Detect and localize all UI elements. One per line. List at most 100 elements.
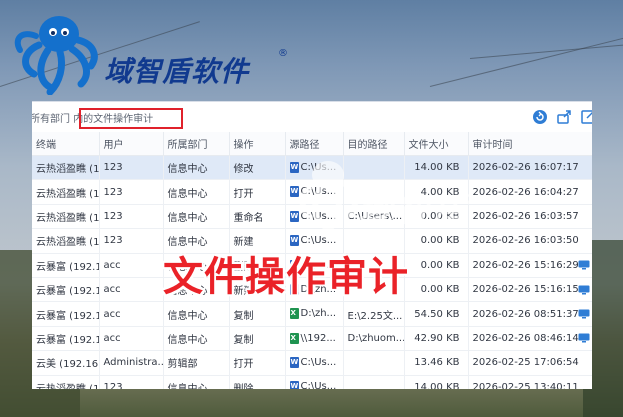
cell-action: 复制	[229, 301, 286, 327]
cell-terminal: 云美 (192.16...	[32, 350, 100, 376]
cell-action: 修改	[229, 155, 286, 181]
table-row[interactable]: 云热滔盈瞧 (1...123信息中心修改WC:\Us... 14.00 KB202…	[32, 155, 592, 181]
active-view-highlight	[79, 108, 183, 129]
cell-user: 123	[99, 375, 164, 389]
cell-destination-path	[343, 375, 405, 389]
cell-destination-path: C:\Users\...	[343, 204, 405, 230]
cell-terminal: 云热滔盈瞧 (1...	[32, 375, 100, 389]
cell-terminal: 云热滔盈瞧 (1...	[32, 155, 100, 181]
cell-source-path: X D:\zh...	[285, 301, 344, 327]
monitor-icon[interactable]	[578, 333, 590, 343]
cell-action: 打开	[229, 179, 286, 205]
source-path-text: C:\Us...	[300, 161, 337, 173]
column-header-action[interactable]: 操作	[229, 132, 286, 156]
cell-destination-path	[343, 350, 405, 376]
cell-terminal: 云暴富 (192.1...	[32, 253, 100, 278]
cell-destination-path	[343, 155, 405, 181]
source-path-text: C:\Us...	[300, 186, 337, 198]
excel-file-icon: X	[289, 332, 299, 344]
octopus-logo-icon	[14, 16, 98, 95]
column-header-user[interactable]: 用户	[99, 132, 164, 156]
cell-source-path: W C:\Us...	[285, 350, 344, 376]
cell-user: acc	[99, 253, 164, 278]
word-file-icon: W	[289, 357, 299, 369]
column-header-audit-time[interactable]: 审计时间	[468, 132, 592, 156]
export-icon[interactable]	[556, 109, 572, 125]
cell-file-size: 13.46 KB	[404, 350, 469, 376]
cell-department: 信息中心	[163, 326, 230, 352]
monitor-icon[interactable]	[578, 285, 590, 295]
word-file-icon: W	[289, 210, 299, 222]
column-header-source-path[interactable]: 源路径	[285, 132, 344, 156]
cell-user: 123	[99, 204, 164, 230]
cell-user: Administra...	[99, 350, 164, 376]
cell-user: 123	[99, 228, 164, 254]
cell-terminal: 云热滔盈瞧 (1...	[32, 204, 100, 230]
source-path-text: \\192...	[300, 332, 336, 344]
cell-terminal: 云热滔盈瞧 (1...	[32, 179, 100, 205]
cell-source-path: X \\192...	[285, 326, 344, 352]
cell-terminal: 云暴富 (192.1...	[32, 326, 100, 352]
registered-mark: ®	[278, 48, 288, 59]
cell-user: acc	[99, 326, 164, 352]
column-header-destination-path[interactable]: 目的路径	[343, 132, 405, 156]
source-path-text: D:\zh...	[300, 308, 337, 320]
word-file-icon: W	[289, 381, 299, 389]
cell-audit-time: 2026-02-26 15:16:15	[468, 277, 592, 303]
cell-file-size: 0.00 KB	[404, 253, 469, 278]
table-row[interactable]: 云暴富 (192.1...acc信息中心复制X\\192...D:\zhuom.…	[32, 326, 592, 352]
cell-file-size: 0.00 KB	[404, 228, 469, 254]
brand-name: 域智盾软件	[104, 55, 250, 88]
table-row[interactable]: 云热滔盈瞧 (1...123信息中心打开WC:\Us... 4.00 KB2026…	[32, 179, 592, 205]
cell-user: acc	[99, 277, 164, 303]
cell-terminal: 云热滔盈瞧 (1...	[32, 228, 100, 254]
audit-toolbar: 所有部门 内的文件操作审计	[32, 102, 592, 133]
cell-source-path: W C:\Us...	[285, 204, 344, 230]
cell-source-path: W C:\Us...	[285, 155, 344, 181]
table-row[interactable]: 云热滔盈瞧 (1...123信息中心重命名WC:\Us...C:\Users\.…	[32, 204, 592, 230]
cell-terminal: 云暴富 (192.1...	[32, 277, 100, 303]
cell-audit-time: 2026-02-25 17:06:54	[468, 350, 592, 376]
cell-user: 123	[99, 179, 164, 205]
cell-file-size: 42.90 KB	[404, 326, 469, 352]
word-file-icon: W	[289, 186, 299, 198]
cell-destination-path: D:\zhuom...	[343, 326, 405, 352]
table-row[interactable]: 云热滔盈瞧 (1...123信息中心删除WC:\Us... 14.00 KB202…	[32, 375, 592, 389]
cell-department: 信息中心	[163, 204, 230, 230]
table-row[interactable]: 云美 (192.16...Administra...剪辑部打开WC:\Us...…	[32, 350, 592, 376]
cell-audit-time: 2026-02-26 16:07:17	[468, 155, 592, 181]
cell-file-size: 0.00 KB	[404, 277, 469, 303]
cell-action: 重命名	[229, 204, 286, 230]
cell-file-size: 14.00 KB	[404, 155, 469, 181]
cell-department: 信息中心	[163, 155, 230, 181]
cell-audit-time: 2026-02-26 08:46:14	[468, 326, 592, 352]
cell-source-path: W C:\Us...	[285, 375, 344, 389]
cell-destination-path: E:\2.25文...	[343, 301, 405, 327]
excel-file-icon: X	[289, 308, 299, 320]
feature-title-overlay: 文件操作审计	[163, 254, 409, 300]
cell-audit-time: 2026-02-26 16:04:27	[468, 179, 592, 205]
cell-department: 信息中心	[163, 179, 230, 205]
cell-audit-time: 2026-02-25 13:40:11	[468, 375, 592, 389]
column-header-file-size[interactable]: 文件大小	[404, 132, 469, 156]
column-header-department[interactable]: 所属部门	[163, 132, 230, 156]
cell-audit-time: 2026-02-26 16:03:50	[468, 228, 592, 254]
cell-action: 复制	[229, 326, 286, 352]
cell-user: 123	[99, 155, 164, 181]
filter-prefix: 所有部门	[32, 114, 70, 125]
cell-terminal: 云暴富 (192.1...	[32, 301, 100, 327]
table-header-row: 终端 用户 所属部门 操作 源路径 目的路径 文件大小 审计时间	[32, 132, 592, 156]
word-file-icon: W	[289, 161, 299, 173]
cell-user: acc	[99, 301, 164, 327]
cell-department: 信息中心	[163, 375, 230, 389]
monitor-icon[interactable]	[578, 309, 590, 319]
external-link-icon[interactable]	[580, 109, 592, 125]
refresh-icon[interactable]	[532, 109, 548, 125]
table-row[interactable]: 云暴富 (192.1...acc信息中心复制XD:\zh...E:\2.25文.…	[32, 301, 592, 327]
monitor-icon[interactable]	[578, 260, 590, 270]
column-header-terminal[interactable]: 终端	[32, 132, 100, 156]
cell-department: 信息中心	[163, 301, 230, 327]
cell-audit-time: 2026-02-26 15:16:29	[468, 253, 592, 278]
source-path-text: C:\Us...	[300, 381, 337, 389]
cell-file-size: 0.00 KB	[404, 204, 469, 230]
